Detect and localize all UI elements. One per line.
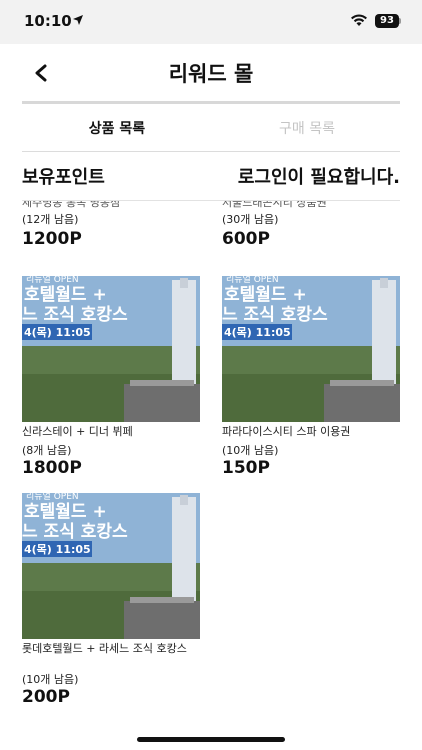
product-list[interactable]: 제주명동 통폭 명동점 (12개 남음) 1200P 서울드래곤시티 상품권 (… xyxy=(0,201,422,733)
tab-divider xyxy=(22,151,400,152)
product-price: 150P xyxy=(222,458,270,478)
product-stock: (10개 남음) xyxy=(222,444,279,457)
home-indicator[interactable] xyxy=(137,737,285,742)
svg-text:4(목) 11:05: 4(목) 11:05 xyxy=(24,543,91,556)
product-stock: (8개 남음) xyxy=(22,444,72,457)
product-stock: (12개 남음) xyxy=(22,213,79,226)
svg-text:호텔월드 +: 호텔월드 + xyxy=(24,502,107,522)
product-name: 파라다이스시티 스파 이용권 xyxy=(222,425,351,438)
points-label: 보유포인트 xyxy=(22,167,105,188)
product-card[interactable]: 리뉴얼 OPEN 호텔월드 + 느 조식 호캉스 4(목) 11:05 파라다이… xyxy=(222,276,400,481)
svg-text:리뉴얼 OPEN: 리뉴얼 OPEN xyxy=(226,276,279,285)
svg-text:느 조식 호캉스: 느 조식 호캉스 xyxy=(22,305,128,325)
nav-header: 리워드 몰 xyxy=(0,44,422,102)
svg-text:리뉴얼 OPEN: 리뉴얼 OPEN xyxy=(26,276,79,285)
product-stock: (10개 남음) xyxy=(22,673,79,686)
svg-text:4(목) 11:05: 4(목) 11:05 xyxy=(24,326,91,339)
hotel-banner-image: 리뉴얼 OPEN 호텔월드 + 느 조식 호캉스 4(목) 11:05 xyxy=(222,276,400,422)
svg-text:호텔월드 +: 호텔월드 + xyxy=(24,285,107,305)
header-divider xyxy=(22,101,400,104)
svg-text:느 조식 호캉스: 느 조식 호캉스 xyxy=(222,305,328,325)
hotel-banner-image: 리뉴얼 OPEN 호텔월드 + 느 조식 호캉스 4(목) 11:05 xyxy=(22,493,200,639)
status-bar: 10:10 93 xyxy=(0,0,422,44)
product-image[interactable]: 리뉴얼 OPEN 호텔월드 + 느 조식 호캉스 4(목) 11:05 xyxy=(22,493,200,639)
battery-cap xyxy=(399,18,401,24)
product-image[interactable]: 리뉴얼 OPEN 호텔월드 + 느 조식 호캉스 4(목) 11:05 xyxy=(22,276,200,422)
product-name: 제주명동 통폭 명동점 xyxy=(22,201,121,209)
svg-text:느 조식 호캉스: 느 조식 호캉스 xyxy=(22,522,128,542)
product-name: 서울드래곤시티 상품권 xyxy=(222,201,327,209)
location-arrow-icon xyxy=(73,15,83,25)
product-price: 200P xyxy=(22,687,70,707)
svg-text:리뉴얼 OPEN: 리뉴얼 OPEN xyxy=(26,493,79,502)
product-price: 1800P xyxy=(22,458,82,478)
product-name: 신라스테이 + 디너 뷔페 xyxy=(22,425,133,438)
product-stock: (30개 남음) xyxy=(222,213,279,226)
product-card[interactable]: 리뉴얼 OPEN 호텔월드 + 느 조식 호캉스 4(목) 11:05 신라스테… xyxy=(22,276,200,481)
product-price: 1200P xyxy=(22,229,82,249)
status-time: 10:10 xyxy=(24,12,72,30)
product-price: 600P xyxy=(222,229,270,249)
tab-purchases[interactable]: 구매 목록 xyxy=(212,118,402,138)
product-card[interactable]: 서울드래곤시티 상품권 (30개 남음) 600P xyxy=(222,201,400,263)
svg-text:호텔월드 +: 호텔월드 + xyxy=(224,285,307,305)
product-card[interactable]: 제주명동 통폭 명동점 (12개 남음) 1200P xyxy=(22,201,200,263)
product-card[interactable]: 리뉴얼 OPEN 호텔월드 + 느 조식 호캉스 4(목) 11:05 롯데호텔… xyxy=(22,493,200,713)
points-login-required[interactable]: 로그인이 필요합니다. xyxy=(238,163,400,189)
page-title: 리워드 몰 xyxy=(168,62,254,86)
hotel-banner-image: 리뉴얼 OPEN 호텔월드 + 느 조식 호캉스 4(목) 11:05 xyxy=(22,276,200,422)
svg-text:4(목) 11:05: 4(목) 11:05 xyxy=(224,326,291,339)
wifi-icon xyxy=(351,14,367,26)
battery-icon: 93 xyxy=(375,14,399,28)
product-image[interactable]: 리뉴얼 OPEN 호텔월드 + 느 조식 호캉스 4(목) 11:05 xyxy=(222,276,400,422)
product-name: 롯데호텔월드 + 라세느 조식 호캉스 xyxy=(22,642,187,655)
tab-products[interactable]: 상품 목록 xyxy=(22,118,212,138)
